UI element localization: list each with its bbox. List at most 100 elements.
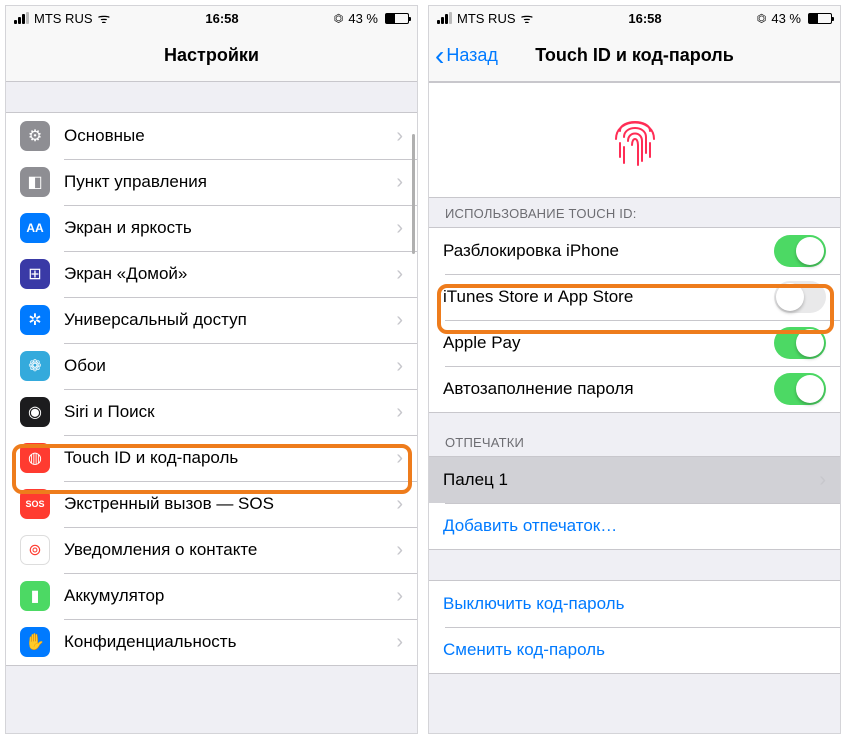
settings-row-label: Универсальный доступ (64, 310, 396, 330)
settings-row-icon: ◉ (20, 397, 50, 427)
chevron-right-icon: › (396, 263, 403, 286)
settings-row-label: Touch ID и код-пароль (64, 448, 396, 468)
settings-row-icon: ✋ (20, 627, 50, 657)
settings-row-icon: ❁ (20, 351, 50, 381)
touchid-content[interactable]: ИСПОЛЬЗОВАНИЕ TOUCH ID: Разблокировка iP… (429, 82, 840, 733)
settings-row-5[interactable]: ❁ Обои› (6, 343, 417, 389)
orientation-lock-icon: ⏣ (334, 12, 344, 25)
settings-row-icon: AA (20, 213, 50, 243)
passcode-actions-list: Выключить код-пароль Сменить код-пароль (429, 580, 840, 674)
chevron-right-icon: › (396, 309, 403, 332)
page-title: Touch ID и код-пароль (535, 45, 734, 66)
toggle-row-label: Apple Pay (443, 333, 774, 353)
toggle-switch[interactable] (774, 235, 826, 267)
battery-icon (808, 13, 832, 24)
settings-row-label: Экран и яркость (64, 218, 396, 238)
chevron-right-icon: › (396, 493, 403, 516)
settings-row-label: Основные (64, 126, 396, 146)
settings-row-1[interactable]: ◧ Пункт управления› (6, 159, 417, 205)
settings-row-icon: ▮ (20, 581, 50, 611)
back-label: Назад (446, 45, 498, 66)
toggle-switch[interactable] (774, 281, 826, 313)
page-title: Настройки (164, 45, 259, 66)
chevron-right-icon: › (396, 125, 403, 148)
fingerprint-hero (429, 82, 840, 198)
chevron-right-icon: › (396, 355, 403, 378)
change-passcode-button[interactable]: Сменить код-пароль (429, 627, 840, 673)
carrier-label: MTS RUS (457, 11, 516, 26)
wifi-icon: ᯤ (98, 9, 111, 28)
fingerprint-row[interactable]: Палец 1 › (429, 457, 840, 503)
chevron-right-icon: › (396, 401, 403, 424)
toggle-row-2: Apple Pay (429, 320, 840, 366)
settings-row-label: Аккумулятор (64, 586, 396, 606)
signal-icon (14, 12, 29, 24)
add-fingerprint-button[interactable]: Добавить отпечаток… (429, 503, 840, 549)
fingerprint-label: Палец 1 (443, 470, 819, 490)
settings-row-icon: ✲ (20, 305, 50, 335)
battery-icon (385, 13, 409, 24)
status-bar: MTS RUS ᯤ 16:58 ⏣ 43 % (6, 6, 417, 30)
fingerprints-list: Палец 1 › Добавить отпечаток… (429, 456, 840, 550)
group-header-prints: ОТПЕЧАТКИ (429, 413, 840, 456)
scroll-indicator (412, 134, 415, 254)
settings-row-icon: ⚙ (20, 121, 50, 151)
chevron-left-icon: ‹ (435, 42, 444, 70)
battery-pct-label: 43 % (348, 11, 378, 26)
settings-list: ⚙Основные›◧Пункт управления›AAЭкран и яр… (6, 112, 417, 666)
settings-row-8[interactable]: SOS Экстренный вызов — SOS› (6, 481, 417, 527)
touchid-usage-list: Разблокировка iPhone iTunes Store и App S… (429, 227, 840, 413)
chevron-right-icon: › (396, 631, 403, 654)
chevron-right-icon: › (396, 539, 403, 562)
settings-row-9[interactable]: ⊚ Уведомления о контакте› (6, 527, 417, 573)
chevron-right-icon: › (819, 469, 826, 492)
settings-row-label: Экстренный вызов — SOS (64, 494, 396, 514)
toggle-switch[interactable] (774, 327, 826, 359)
chevron-right-icon: › (396, 217, 403, 240)
back-button[interactable]: ‹ Назад (435, 30, 498, 81)
disable-passcode-button[interactable]: Выключить код-пароль (429, 581, 840, 627)
signal-icon (437, 12, 452, 24)
settings-row-label: Обои (64, 356, 396, 376)
chevron-right-icon: › (396, 171, 403, 194)
status-bar: MTS RUS ᯤ 16:58 ⏣ 43 % (429, 6, 840, 30)
wifi-icon: ᯤ (521, 9, 534, 28)
chevron-right-icon: › (396, 585, 403, 608)
clock-label: 16:58 (205, 11, 238, 26)
settings-row-7[interactable]: ◍ Touch ID и код-пароль› (6, 435, 417, 481)
settings-row-icon: ◧ (20, 167, 50, 197)
fingerprint-icon (610, 113, 660, 168)
settings-row-icon: ⊞ (20, 259, 50, 289)
orientation-lock-icon: ⏣ (757, 12, 767, 25)
settings-row-icon: ◍ (20, 443, 50, 473)
toggle-row-3: Автозаполнение пароля (429, 366, 840, 412)
settings-screen: MTS RUS ᯤ 16:58 ⏣ 43 % Настройки ⚙ Основн… (5, 5, 418, 734)
settings-row-label: Пункт управления (64, 172, 396, 192)
toggle-row-1: iTunes Store и App Store (429, 274, 840, 320)
toggle-row-0: Разблокировка iPhone (429, 228, 840, 274)
settings-row-4[interactable]: ✲ Универсальный доступ› (6, 297, 417, 343)
settings-row-11[interactable]: ✋ Конфиденциальность› (6, 619, 417, 665)
settings-row-10[interactable]: ▮ Аккумулятор› (6, 573, 417, 619)
nav-bar: ‹ Назад Touch ID и код-пароль (429, 30, 840, 82)
toggle-row-label: Разблокировка iPhone (443, 241, 774, 261)
settings-row-0[interactable]: ⚙ Основные› (6, 113, 417, 159)
settings-row-label: Конфиденциальность (64, 632, 396, 652)
battery-pct-label: 43 % (771, 11, 801, 26)
carrier-label: MTS RUS (34, 11, 93, 26)
disable-passcode-label: Выключить код-пароль (443, 594, 826, 614)
settings-row-2[interactable]: AA Экран и яркость› (6, 205, 417, 251)
settings-list-scroll[interactable]: ⚙Основные›◧Пункт управления›AAЭкран и яр… (6, 82, 417, 733)
group-header-usage: ИСПОЛЬЗОВАНИЕ TOUCH ID: (429, 198, 840, 227)
chevron-right-icon: › (396, 447, 403, 470)
change-passcode-label: Сменить код-пароль (443, 640, 826, 660)
settings-row-icon: ⊚ (20, 535, 50, 565)
toggle-switch[interactable] (774, 373, 826, 405)
settings-row-label: Siri и Поиск (64, 402, 396, 422)
add-fingerprint-label: Добавить отпечаток… (443, 516, 826, 536)
settings-row-3[interactable]: ⊞Экран «Домой»› (6, 251, 417, 297)
touchid-screen: MTS RUS ᯤ 16:58 ⏣ 43 % ‹ Назад Touch ID … (428, 5, 841, 734)
settings-row-label: Уведомления о контакте (64, 540, 396, 560)
settings-row-6[interactable]: ◉ Siri и Поиск› (6, 389, 417, 435)
settings-row-icon: SOS (20, 489, 50, 519)
